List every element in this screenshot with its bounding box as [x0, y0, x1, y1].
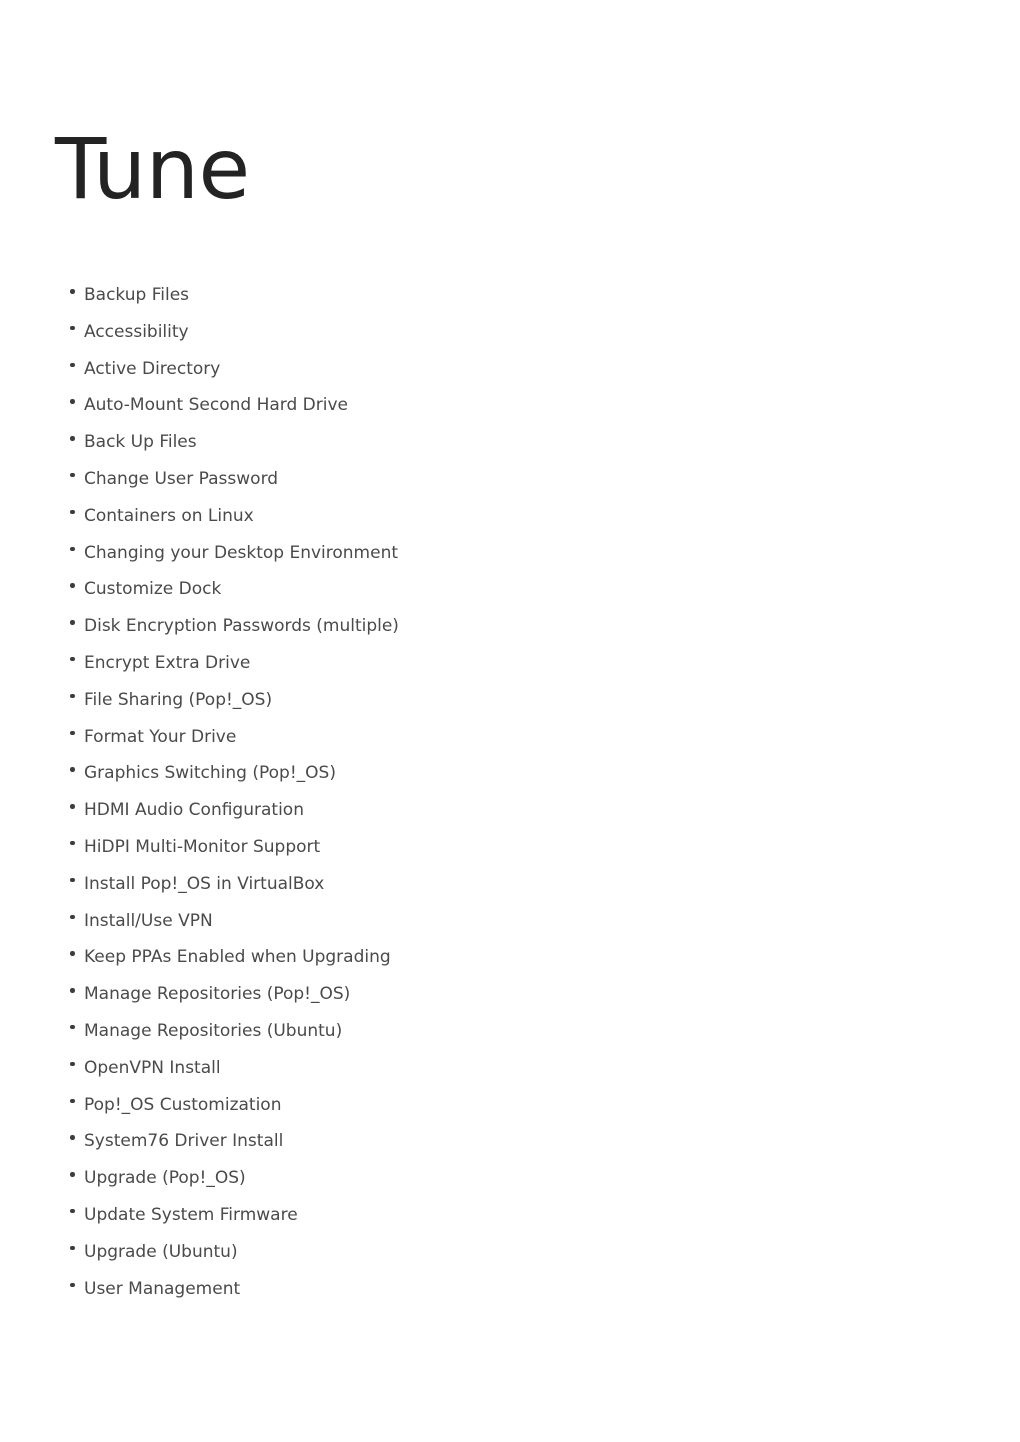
- list-item-label: Upgrade (Pop!_OS): [84, 1168, 246, 1189]
- list-item[interactable]: Auto-Mount Second Hard Drive: [0, 391, 1020, 428]
- list-item-label: Format Your Drive: [84, 726, 237, 747]
- list-item-label: System76 Driver Install: [84, 1131, 284, 1152]
- list-item[interactable]: System76 Driver Install: [0, 1127, 1020, 1164]
- bullet-icon: [70, 583, 75, 588]
- list-item[interactable]: HDMI Audio Configuration: [0, 796, 1020, 833]
- bullet-icon: [70, 509, 75, 515]
- bullet-icon: [70, 1098, 75, 1104]
- list-item-label: Back Up Files: [84, 432, 197, 453]
- list-item-label: HDMI Audio Configuration: [84, 800, 304, 821]
- list-item-label: Manage Repositories (Ubuntu): [84, 1020, 343, 1041]
- list-item[interactable]: Upgrade (Ubuntu): [0, 1238, 1020, 1275]
- list-item-label: Disk Encryption Passwords (multiple): [84, 616, 399, 637]
- list-item-label: Accessibility: [84, 321, 189, 342]
- bullet-icon: [70, 472, 75, 478]
- list-item[interactable]: Encrypt Extra Drive: [0, 649, 1020, 686]
- list-item[interactable]: Manage Repositories (Ubuntu): [0, 1017, 1020, 1054]
- list-item-label: Keep PPAs Enabled when Upgrading: [84, 947, 391, 968]
- list-item[interactable]: Manage Repositories (Pop!_OS): [0, 980, 1020, 1017]
- list-item-label: Auto-Mount Second Hard Drive: [84, 395, 348, 416]
- list-item-label: Upgrade (Ubuntu): [84, 1241, 238, 1262]
- topic-list: Backup Files Accessibility Active Director…: [0, 281, 1020, 1311]
- list-item-label: Encrypt Extra Drive: [84, 652, 251, 673]
- bullet-icon: [70, 362, 75, 368]
- list-item-label: Install/Use VPN: [84, 910, 213, 931]
- list-item[interactable]: Backup Files: [0, 281, 1020, 318]
- list-item[interactable]: OpenVPN Install: [0, 1054, 1020, 1091]
- list-item-label: User Management: [84, 1278, 241, 1299]
- list-item[interactable]: Accessibility: [0, 318, 1020, 355]
- list-item[interactable]: Pop!_OS Customization: [0, 1091, 1020, 1128]
- list-item[interactable]: Disk Encryption Passwords (multiple): [0, 612, 1020, 649]
- bullet-icon: [70, 693, 75, 699]
- list-item[interactable]: Change User Password: [0, 465, 1020, 502]
- list-item-label: Pop!_OS Customization: [84, 1094, 282, 1115]
- list-item[interactable]: Install/Use VPN: [0, 907, 1020, 944]
- page-title: Tune: [55, 120, 250, 218]
- bullet-icon: [70, 1135, 75, 1140]
- bullet-icon: [70, 325, 75, 331]
- list-item[interactable]: Active Directory: [0, 355, 1020, 392]
- list-item-label: Active Directory: [84, 358, 221, 379]
- bullet-icon: [70, 988, 75, 993]
- list-item-label: File Sharing (Pop!_OS): [84, 689, 273, 710]
- list-item[interactable]: Changing your Desktop Environment: [0, 539, 1020, 576]
- bullet-icon: [70, 620, 75, 625]
- bullet-icon: [70, 951, 75, 956]
- bullet-icon: [70, 399, 75, 404]
- list-item-label: Graphics Switching (Pop!_OS): [84, 763, 336, 784]
- bullet-icon: [70, 730, 75, 736]
- list-item[interactable]: Containers on Linux: [0, 502, 1020, 539]
- list-item[interactable]: HiDPI Multi-Monitor Support: [0, 833, 1020, 870]
- list-item[interactable]: User Management: [0, 1275, 1020, 1312]
- list-item-label: OpenVPN Install: [84, 1057, 221, 1078]
- list-item[interactable]: Upgrade (Pop!_OS): [0, 1164, 1020, 1201]
- bullet-icon: [70, 840, 75, 846]
- bullet-icon: [70, 436, 75, 441]
- list-item-label: Backup Files: [84, 285, 190, 305]
- bullet-icon: [70, 804, 75, 809]
- bullet-icon: [70, 1024, 75, 1030]
- document-page: Tune Backup Files Accessibility Active Dir…: [0, 0, 1020, 1442]
- list-item-label: Install Pop!_OS in VirtualBox: [84, 873, 325, 894]
- bullet-icon: [70, 1061, 75, 1067]
- list-item-label: Customize Dock: [84, 579, 222, 600]
- list-item-label: Manage Repositories (Pop!_OS): [84, 984, 351, 1005]
- bullet-icon: [70, 289, 75, 294]
- list-item-label: Changing your Desktop Environment: [84, 542, 399, 563]
- list-item[interactable]: Back Up Files: [0, 428, 1020, 465]
- list-item[interactable]: Format Your Drive: [0, 723, 1020, 760]
- bullet-icon: [70, 1282, 75, 1288]
- bullet-icon: [70, 546, 75, 552]
- list-item-label: HiDPI Multi-Monitor Support: [84, 836, 321, 857]
- bullet-icon: [70, 767, 75, 772]
- bullet-icon: [70, 656, 75, 662]
- list-item[interactable]: Keep PPAs Enabled when Upgrading: [0, 943, 1020, 980]
- bullet-icon: [70, 1245, 75, 1251]
- bullet-icon: [70, 1172, 75, 1177]
- list-item[interactable]: File Sharing (Pop!_OS): [0, 686, 1020, 723]
- list-item[interactable]: Customize Dock: [0, 575, 1020, 612]
- bullet-icon: [70, 877, 75, 883]
- list-item-label: Change User Password: [84, 468, 279, 489]
- list-item-label: Containers on Linux: [84, 505, 254, 526]
- bullet-icon: [70, 914, 75, 920]
- bullet-icon: [70, 1208, 75, 1214]
- list-item[interactable]: Install Pop!_OS in VirtualBox: [0, 870, 1020, 907]
- list-item-label: Update System Firmware: [84, 1204, 298, 1225]
- list-item[interactable]: Update System Firmware: [0, 1201, 1020, 1238]
- list-item[interactable]: Graphics Switching (Pop!_OS): [0, 759, 1020, 796]
